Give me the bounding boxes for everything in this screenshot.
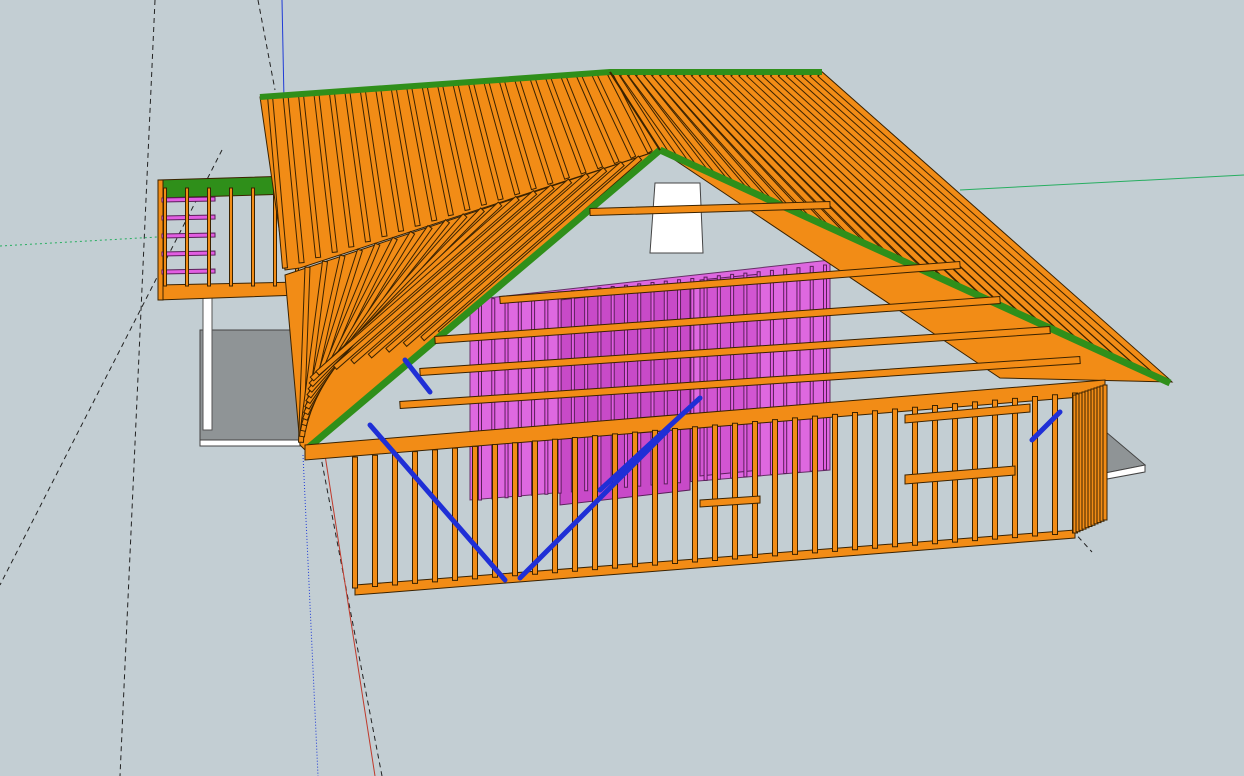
porch-post bbox=[202, 295, 213, 431]
wing-stud bbox=[207, 187, 211, 287]
wing-stud bbox=[185, 187, 189, 287]
stud bbox=[832, 413, 838, 552]
interior-stud bbox=[823, 264, 827, 471]
stud bbox=[712, 424, 718, 561]
blue-axis bbox=[281, 0, 285, 101]
stud bbox=[852, 412, 858, 551]
stud bbox=[752, 420, 758, 558]
stud bbox=[352, 456, 358, 589]
stud bbox=[452, 447, 458, 581]
interior-stud bbox=[783, 268, 788, 474]
interior-stud bbox=[703, 276, 708, 481]
stud bbox=[612, 433, 618, 569]
stud bbox=[792, 417, 798, 555]
red-axis bbox=[324, 454, 376, 776]
brace bbox=[402, 357, 433, 395]
stud bbox=[1032, 396, 1038, 537]
stud bbox=[692, 426, 698, 563]
wing-stud bbox=[251, 187, 255, 287]
stud bbox=[672, 428, 678, 565]
stud bbox=[632, 431, 638, 568]
interior-wall-panel bbox=[699, 273, 761, 477]
window-header bbox=[904, 465, 1016, 485]
interior-stud bbox=[743, 272, 748, 478]
stud bbox=[732, 422, 738, 560]
sketchup-3d-viewport[interactable] bbox=[0, 0, 1244, 776]
interior-stud bbox=[663, 280, 668, 485]
stud bbox=[392, 452, 398, 586]
stud bbox=[652, 429, 658, 566]
stud bbox=[872, 410, 878, 549]
window-sill bbox=[699, 495, 761, 508]
stud bbox=[472, 445, 478, 580]
wing-stud bbox=[229, 187, 233, 287]
stud bbox=[372, 454, 378, 587]
stud bbox=[812, 415, 818, 554]
stud bbox=[492, 444, 498, 578]
stud bbox=[772, 419, 778, 557]
stud bbox=[532, 440, 538, 575]
stud bbox=[552, 438, 558, 574]
model-canvas[interactable] bbox=[0, 0, 1244, 776]
stud bbox=[572, 436, 578, 572]
green-axis-negative bbox=[0, 235, 176, 247]
stud bbox=[512, 442, 518, 577]
stud bbox=[892, 408, 898, 548]
wing-stud bbox=[163, 187, 167, 287]
stud bbox=[1102, 384, 1108, 521]
guide-line bbox=[119, 0, 156, 776]
left-slab-edge bbox=[199, 439, 311, 447]
green-axis bbox=[959, 174, 1244, 191]
blue-axis-negative bbox=[302, 454, 319, 776]
stud bbox=[432, 449, 438, 583]
guide-line bbox=[257, 0, 276, 91]
skylight-opening bbox=[649, 182, 704, 254]
